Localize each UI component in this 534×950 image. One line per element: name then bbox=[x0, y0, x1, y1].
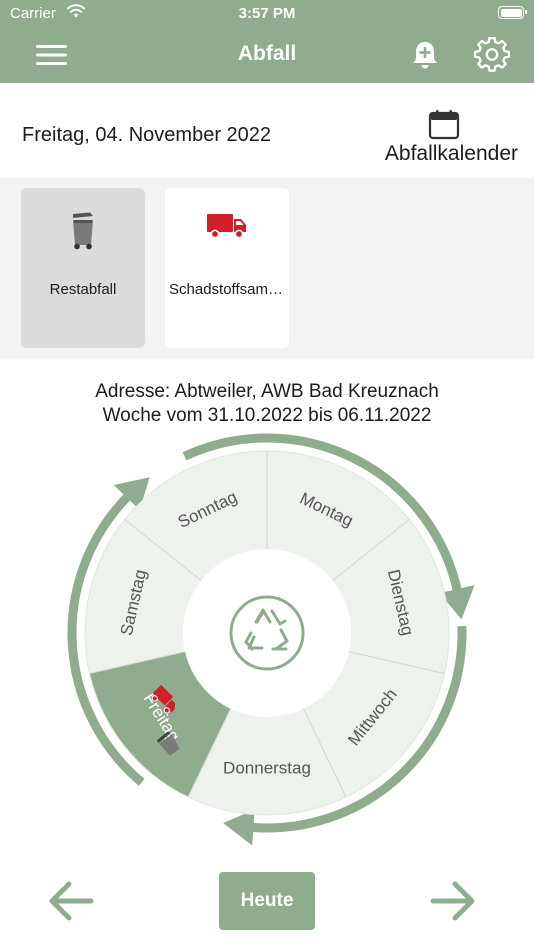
settings-gear-icon[interactable] bbox=[474, 37, 510, 73]
address-info: Adresse: Abtweiler, AWB Bad Kreuznach Wo… bbox=[0, 380, 534, 428]
waste-card-label: Restabfall bbox=[49, 281, 117, 298]
calendar-link[interactable]: Abfallkalender bbox=[385, 142, 518, 166]
calendar-icon[interactable] bbox=[428, 109, 460, 141]
status-bar: Carrier 3:57 PM bbox=[0, 0, 534, 28]
bottom-bar: Heute bbox=[0, 860, 534, 950]
waste-card-restabfall[interactable]: Restabfall bbox=[21, 188, 145, 348]
waste-type-selector: Restabfall Schadstoffsammlung bbox=[0, 178, 534, 359]
battery-icon bbox=[498, 6, 527, 19]
add-reminder-bell-icon[interactable] bbox=[408, 38, 442, 72]
today-button[interactable]: Heute bbox=[219, 872, 315, 930]
page-title: Abfall bbox=[237, 42, 297, 65]
next-week-arrow-icon[interactable] bbox=[430, 880, 476, 922]
wheel-center bbox=[183, 549, 351, 717]
waste-card-schadstoff[interactable]: Schadstoffsammlung bbox=[165, 188, 289, 348]
address-line: Adresse: Abtweiler, AWB Bad Kreuznach bbox=[95, 381, 439, 402]
week-range: Woche vom 31.10.2022 bis 06.11.2022 bbox=[102, 405, 432, 426]
previous-week-arrow-icon[interactable] bbox=[48, 880, 94, 922]
date-header: Freitag, 04. November 2022 Abfallkalende… bbox=[0, 83, 534, 178]
day-label-donnerstag: Donnerstag bbox=[223, 758, 311, 777]
clock: 3:57 PM bbox=[238, 5, 296, 22]
trash-bin-icon bbox=[73, 212, 93, 250]
current-date: Freitag, 04. November 2022 bbox=[22, 124, 272, 146]
nav-bar: Abfall bbox=[0, 28, 534, 83]
rotation-arrow-head bbox=[223, 809, 255, 846]
waste-card-label: Schadstoffsammlung bbox=[169, 281, 285, 298]
week-wheel: MontagDienstagMittwochDonnerstagFreitagS… bbox=[67, 433, 475, 846]
truck-icon bbox=[207, 214, 246, 239]
